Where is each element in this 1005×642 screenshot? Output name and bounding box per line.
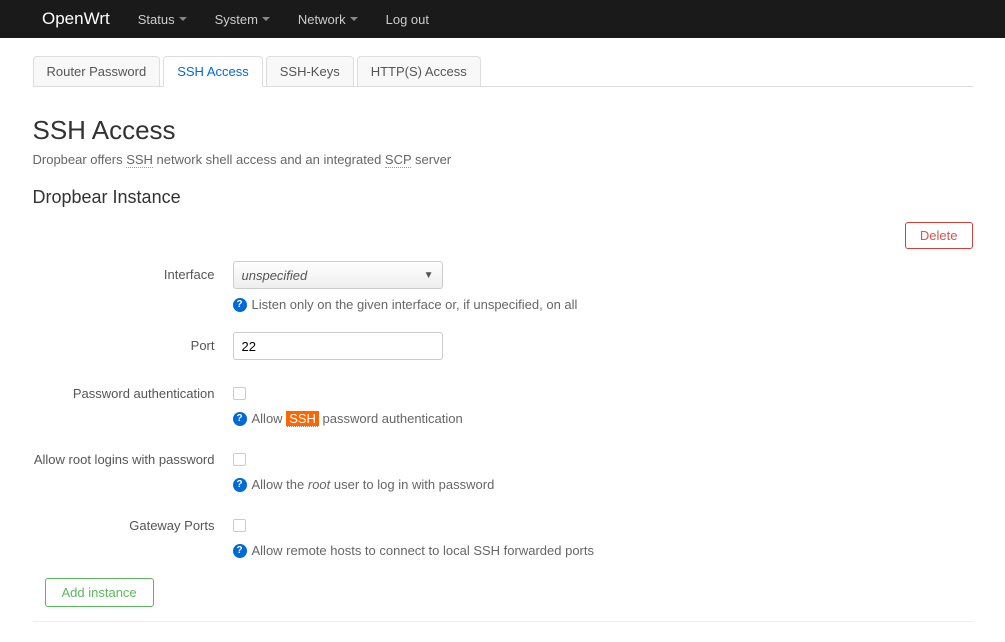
label-port: Port — [33, 332, 233, 353]
label-interface: Interface — [33, 261, 233, 282]
nav-logout-label: Log out — [386, 12, 429, 27]
tab-https-access[interactable]: HTTP(S) Access — [357, 56, 481, 87]
section-title: Dropbear Instance — [33, 187, 973, 208]
gateway-ports-checkbox[interactable] — [233, 519, 246, 532]
port-input[interactable] — [233, 332, 443, 360]
tabs: Router Password SSH Access SSH-Keys HTTP… — [33, 56, 973, 87]
info-icon: ? — [233, 544, 247, 558]
abbr-ssh-highlighted: SSH — [286, 411, 319, 427]
nav-system-label: System — [215, 12, 258, 27]
brand[interactable]: OpenWrt — [42, 9, 110, 29]
caret-icon — [262, 17, 270, 21]
hint-root-login: ? Allow the root user to log in with pas… — [233, 477, 973, 492]
interface-select-value: unspecified — [242, 268, 308, 283]
chevron-down-icon: ▼ — [424, 270, 434, 281]
label-gateway-ports: Gateway Ports — [33, 512, 233, 533]
delete-button[interactable]: Delete — [905, 222, 973, 249]
nav-system[interactable]: System — [215, 12, 270, 27]
label-password-auth: Password authentication — [33, 380, 233, 401]
add-instance-button[interactable]: Add instance — [45, 578, 154, 607]
navbar: OpenWrt Status System Network Log out — [0, 0, 1005, 38]
root-login-checkbox[interactable] — [233, 453, 246, 466]
nav-logout[interactable]: Log out — [386, 12, 429, 27]
hint-interface: ? Listen only on the given interface or,… — [233, 297, 973, 312]
hint-password-auth: ? Allow SSH password authentication — [233, 411, 973, 426]
hint-gateway-ports: ? Allow remote hosts to connect to local… — [233, 543, 973, 558]
nav-network[interactable]: Network — [298, 12, 358, 27]
caret-icon — [179, 17, 187, 21]
tab-ssh-keys[interactable]: SSH-Keys — [266, 56, 354, 87]
abbr-scp: SCP — [385, 152, 412, 168]
nav-network-label: Network — [298, 12, 346, 27]
divider — [33, 621, 973, 622]
info-icon: ? — [233, 298, 247, 312]
page-title: SSH Access — [33, 115, 973, 146]
info-icon: ? — [233, 412, 247, 426]
password-auth-checkbox[interactable] — [233, 387, 246, 400]
caret-icon — [350, 17, 358, 21]
nav-status[interactable]: Status — [138, 12, 187, 27]
tab-router-password[interactable]: Router Password — [33, 56, 161, 87]
abbr-ssh: SSH — [126, 152, 153, 168]
tab-ssh-access[interactable]: SSH Access — [163, 56, 263, 87]
nav-status-label: Status — [138, 12, 175, 27]
page-description: Dropbear offers SSH network shell access… — [33, 152, 973, 167]
interface-select[interactable]: unspecified ▼ — [233, 261, 443, 289]
label-root-login: Allow root logins with password — [33, 446, 233, 467]
info-icon: ? — [233, 478, 247, 492]
